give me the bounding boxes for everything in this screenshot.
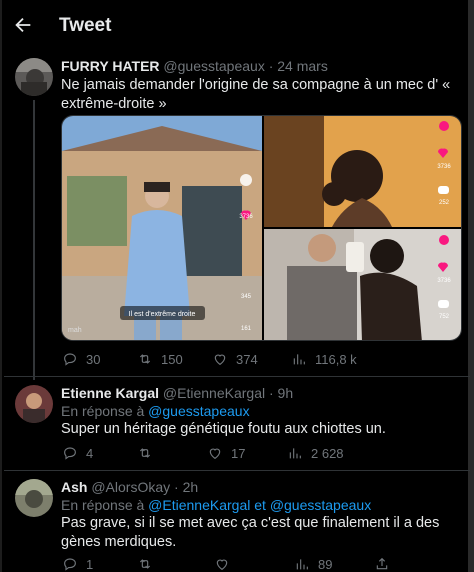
back-arrow-icon[interactable] <box>12 14 34 36</box>
retweet-button[interactable] <box>137 556 161 572</box>
mention-link[interactable]: @EtienneKargal <box>148 497 250 513</box>
mention-link[interactable]: @guesstapeaux <box>148 403 249 419</box>
retweet-icon <box>139 354 151 364</box>
page-title: Tweet <box>59 15 112 36</box>
reply-text: Pas grave, si il se met avec ça c'est qu… <box>61 515 440 550</box>
avatar[interactable] <box>15 385 53 423</box>
reply-button[interactable]: 1 <box>62 556 93 572</box>
views-button[interactable]: 2 628 <box>287 445 344 461</box>
media-comment-count: 345 <box>241 294 252 300</box>
heart-icon <box>209 448 221 460</box>
like-button[interactable]: 17 <box>207 445 245 461</box>
media-comment-count: 252 <box>439 200 450 206</box>
media-bottom-right-image <box>264 229 461 340</box>
divider <box>4 470 470 471</box>
reply-context: En réponse à @guesstapeaux <box>61 403 250 419</box>
author-handle-date[interactable]: @EtienneKargal · 9h <box>163 385 293 401</box>
author-handle-date[interactable]: @AlorsOkay · 2h <box>91 479 198 495</box>
thread-connector <box>33 100 35 380</box>
media-comment-count: 752 <box>439 314 450 320</box>
views-chart-icon <box>293 354 305 365</box>
like-button[interactable] <box>214 556 238 572</box>
retweet-icon <box>139 448 151 458</box>
share-button[interactable] <box>374 556 390 572</box>
tweet-page: Tweet FURRY HATER @guesstapeaux · 24 mar… <box>0 0 474 572</box>
retweet-button[interactable] <box>137 445 161 461</box>
reply-icon <box>64 353 76 366</box>
retweet-icon <box>139 559 151 569</box>
media-like-count: 3736 <box>239 214 253 220</box>
author-name[interactable]: Ash <box>61 479 87 495</box>
avatar[interactable] <box>15 479 53 517</box>
share-icon <box>376 557 388 570</box>
views-button[interactable]: 116,8 k <box>291 351 357 367</box>
media-like-count: 3736 <box>437 278 451 284</box>
author-handle-date[interactable]: @guesstapeaux · 24 mars <box>163 58 327 74</box>
reply-icon <box>64 558 76 571</box>
avatar[interactable] <box>15 58 53 96</box>
tweet-author-line: FURRY HATER @guesstapeaux · 24 mars <box>61 58 328 74</box>
reply-icon <box>64 447 76 460</box>
media-left-image <box>62 116 262 340</box>
heart-icon <box>214 354 226 366</box>
media-caption: Il est d'extrême droite <box>129 311 196 318</box>
top-bar: Tweet <box>2 0 470 52</box>
views-chart-icon <box>289 448 301 459</box>
media-share-count: 161 <box>241 326 252 332</box>
reply-context: En réponse à @EtienneKargal et @guesstap… <box>61 497 372 513</box>
heart-icon <box>216 559 228 571</box>
like-button[interactable]: 374 <box>212 351 258 367</box>
reply-author-line: Ash @AlorsOkay · 2h <box>61 479 198 495</box>
reply-button[interactable]: 30 <box>62 351 100 367</box>
views-button[interactable]: 89 <box>294 556 332 572</box>
reply-button[interactable]: 4 <box>62 445 93 461</box>
media-watermark: mah <box>68 327 82 334</box>
tweet-media[interactable]: Il est d'extrême droite mah 3736 345 161… <box>61 115 462 341</box>
retweet-button[interactable]: 150 <box>137 351 183 367</box>
views-chart-icon <box>296 559 308 570</box>
reply-author-line: Etienne Kargal @EtienneKargal · 9h <box>61 385 293 401</box>
reply-text: Super un héritage génétique foutu aux ch… <box>61 421 386 437</box>
media-top-right-image <box>264 116 461 227</box>
tweet-text: Ne jamais demander l'origine de sa compa… <box>61 77 451 112</box>
divider <box>4 376 470 377</box>
media-like-count: 3736 <box>437 164 451 170</box>
mention-link[interactable]: @guesstapeaux <box>270 497 371 513</box>
author-name[interactable]: FURRY HATER <box>61 58 160 74</box>
author-name[interactable]: Etienne Kargal <box>61 385 159 401</box>
